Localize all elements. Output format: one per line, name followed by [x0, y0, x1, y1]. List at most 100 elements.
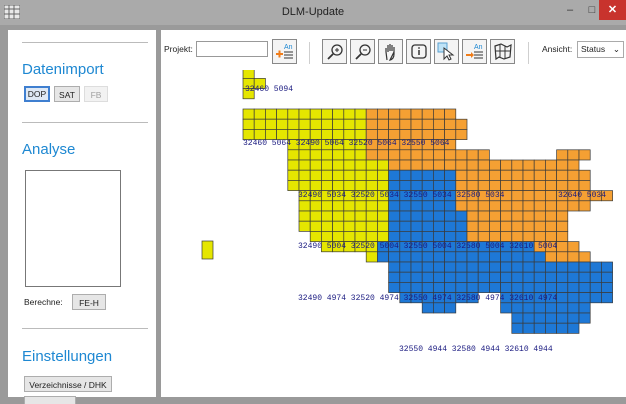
map-tile[interactable]	[298, 118, 311, 130]
map-tile[interactable]	[377, 200, 389, 212]
map-tile[interactable]	[511, 282, 524, 293]
map-tile[interactable]	[589, 292, 602, 304]
map-tile[interactable]	[388, 261, 401, 273]
map-tile[interactable]	[500, 271, 513, 283]
map-tile[interactable]	[399, 118, 412, 130]
map-tile[interactable]	[455, 129, 468, 140]
map-tile[interactable]	[533, 190, 546, 202]
map-tile[interactable]	[556, 200, 569, 212]
map-tile[interactable]	[321, 108, 333, 120]
map-tile[interactable]	[522, 169, 535, 181]
map-tile[interactable]	[466, 261, 479, 273]
map-tile[interactable]	[410, 118, 423, 130]
map-tile[interactable]	[489, 220, 501, 232]
map-tile[interactable]	[455, 271, 468, 283]
map-tile[interactable]	[444, 251, 457, 263]
map-tile[interactable]	[545, 180, 557, 191]
map-tile[interactable]	[556, 322, 569, 334]
select-button[interactable]	[434, 39, 459, 64]
map-tile[interactable]	[309, 200, 322, 212]
map-tile[interactable]	[533, 220, 546, 232]
map-tile[interactable]	[511, 159, 524, 171]
map-tile[interactable]	[399, 180, 412, 191]
map-tile[interactable]	[421, 149, 434, 161]
map-tile[interactable]	[522, 322, 535, 334]
map-tile[interactable]	[466, 159, 479, 171]
map-tile[interactable]	[399, 149, 412, 161]
map-tile[interactable]	[578, 271, 591, 283]
map-tile[interactable]	[287, 149, 300, 161]
map-tile[interactable]	[533, 251, 546, 263]
grid-map-button[interactable]	[490, 39, 515, 64]
map-tile[interactable]	[377, 231, 389, 242]
map-tile[interactable]	[511, 220, 524, 232]
map-tile[interactable]	[399, 108, 412, 120]
map-tile[interactable]	[433, 302, 445, 314]
map-tile[interactable]	[455, 169, 468, 181]
map-tile[interactable]	[309, 159, 322, 171]
map-tile[interactable]	[421, 169, 434, 181]
map-tile[interactable]	[489, 180, 501, 191]
map-tile[interactable]	[500, 282, 513, 293]
map-tile[interactable]	[567, 159, 580, 171]
map-tile[interactable]	[388, 180, 401, 191]
map-tile[interactable]	[421, 159, 434, 171]
map-tile[interactable]	[433, 118, 445, 130]
map-tile[interactable]	[309, 169, 322, 181]
map-tile[interactable]	[477, 180, 490, 191]
add-layer-button[interactable]: An	[272, 39, 297, 64]
map-grid[interactable]: 32460 5094 32460 5064 32490 5064 32520 50…	[161, 67, 626, 397]
pan-button[interactable]	[378, 39, 403, 64]
map-tile[interactable]	[410, 180, 423, 191]
map-tile[interactable]	[343, 210, 356, 222]
map-tile[interactable]	[533, 231, 546, 242]
map-tile[interactable]	[410, 282, 423, 293]
map-tile[interactable]	[354, 108, 367, 120]
map-tile[interactable]	[601, 292, 613, 304]
map-tile[interactable]	[388, 149, 401, 161]
map-tile[interactable]	[455, 149, 468, 161]
map-tile[interactable]	[444, 169, 457, 181]
map-tile[interactable]	[477, 231, 490, 242]
map-tile[interactable]	[567, 292, 580, 304]
map-tile[interactable]	[556, 292, 569, 304]
map-canvas[interactable]: 32460 5094 32460 5064 32490 5064 32520 50…	[161, 67, 626, 397]
map-tile[interactable]	[410, 169, 423, 181]
map-tile[interactable]	[601, 261, 613, 273]
map-tile[interactable]	[309, 149, 322, 161]
map-tile[interactable]	[332, 108, 345, 120]
map-tile[interactable]	[421, 231, 434, 242]
map-tile[interactable]	[410, 108, 423, 120]
map-tile[interactable]	[556, 169, 569, 181]
verzeichnisse-dhk-button[interactable]: Verzeichnisse / DHK	[24, 376, 112, 392]
map-tile[interactable]	[343, 231, 356, 242]
map-tile[interactable]	[388, 159, 401, 171]
map-tile[interactable]	[511, 190, 524, 202]
map-tile[interactable]	[533, 180, 546, 191]
map-tile[interactable]	[556, 149, 569, 161]
map-tile[interactable]	[287, 159, 300, 171]
map-tile[interactable]	[489, 200, 501, 212]
map-tile[interactable]	[242, 108, 255, 120]
map-tile[interactable]	[410, 159, 423, 171]
minimize-button[interactable]: –	[560, 0, 580, 20]
map-tile[interactable]	[533, 322, 546, 334]
map-tile[interactable]	[477, 200, 490, 212]
map-tile[interactable]	[421, 251, 434, 263]
map-tile[interactable]	[556, 159, 569, 171]
map-tile[interactable]	[399, 220, 412, 232]
map-tile[interactable]	[365, 210, 378, 222]
map-tile[interactable]	[365, 200, 378, 212]
map-tile[interactable]	[466, 282, 479, 293]
map-tile[interactable]	[589, 261, 602, 273]
map-tile[interactable]	[500, 180, 513, 191]
map-tile[interactable]	[556, 271, 569, 283]
map-tile[interactable]	[265, 108, 277, 120]
map-tile[interactable]	[567, 312, 580, 324]
map-tile[interactable]	[298, 159, 311, 171]
map-tile[interactable]	[321, 169, 333, 181]
map-tile[interactable]	[309, 108, 322, 120]
map-tile[interactable]	[321, 180, 333, 191]
map-tile[interactable]	[433, 159, 445, 171]
map-tile[interactable]	[421, 302, 434, 314]
